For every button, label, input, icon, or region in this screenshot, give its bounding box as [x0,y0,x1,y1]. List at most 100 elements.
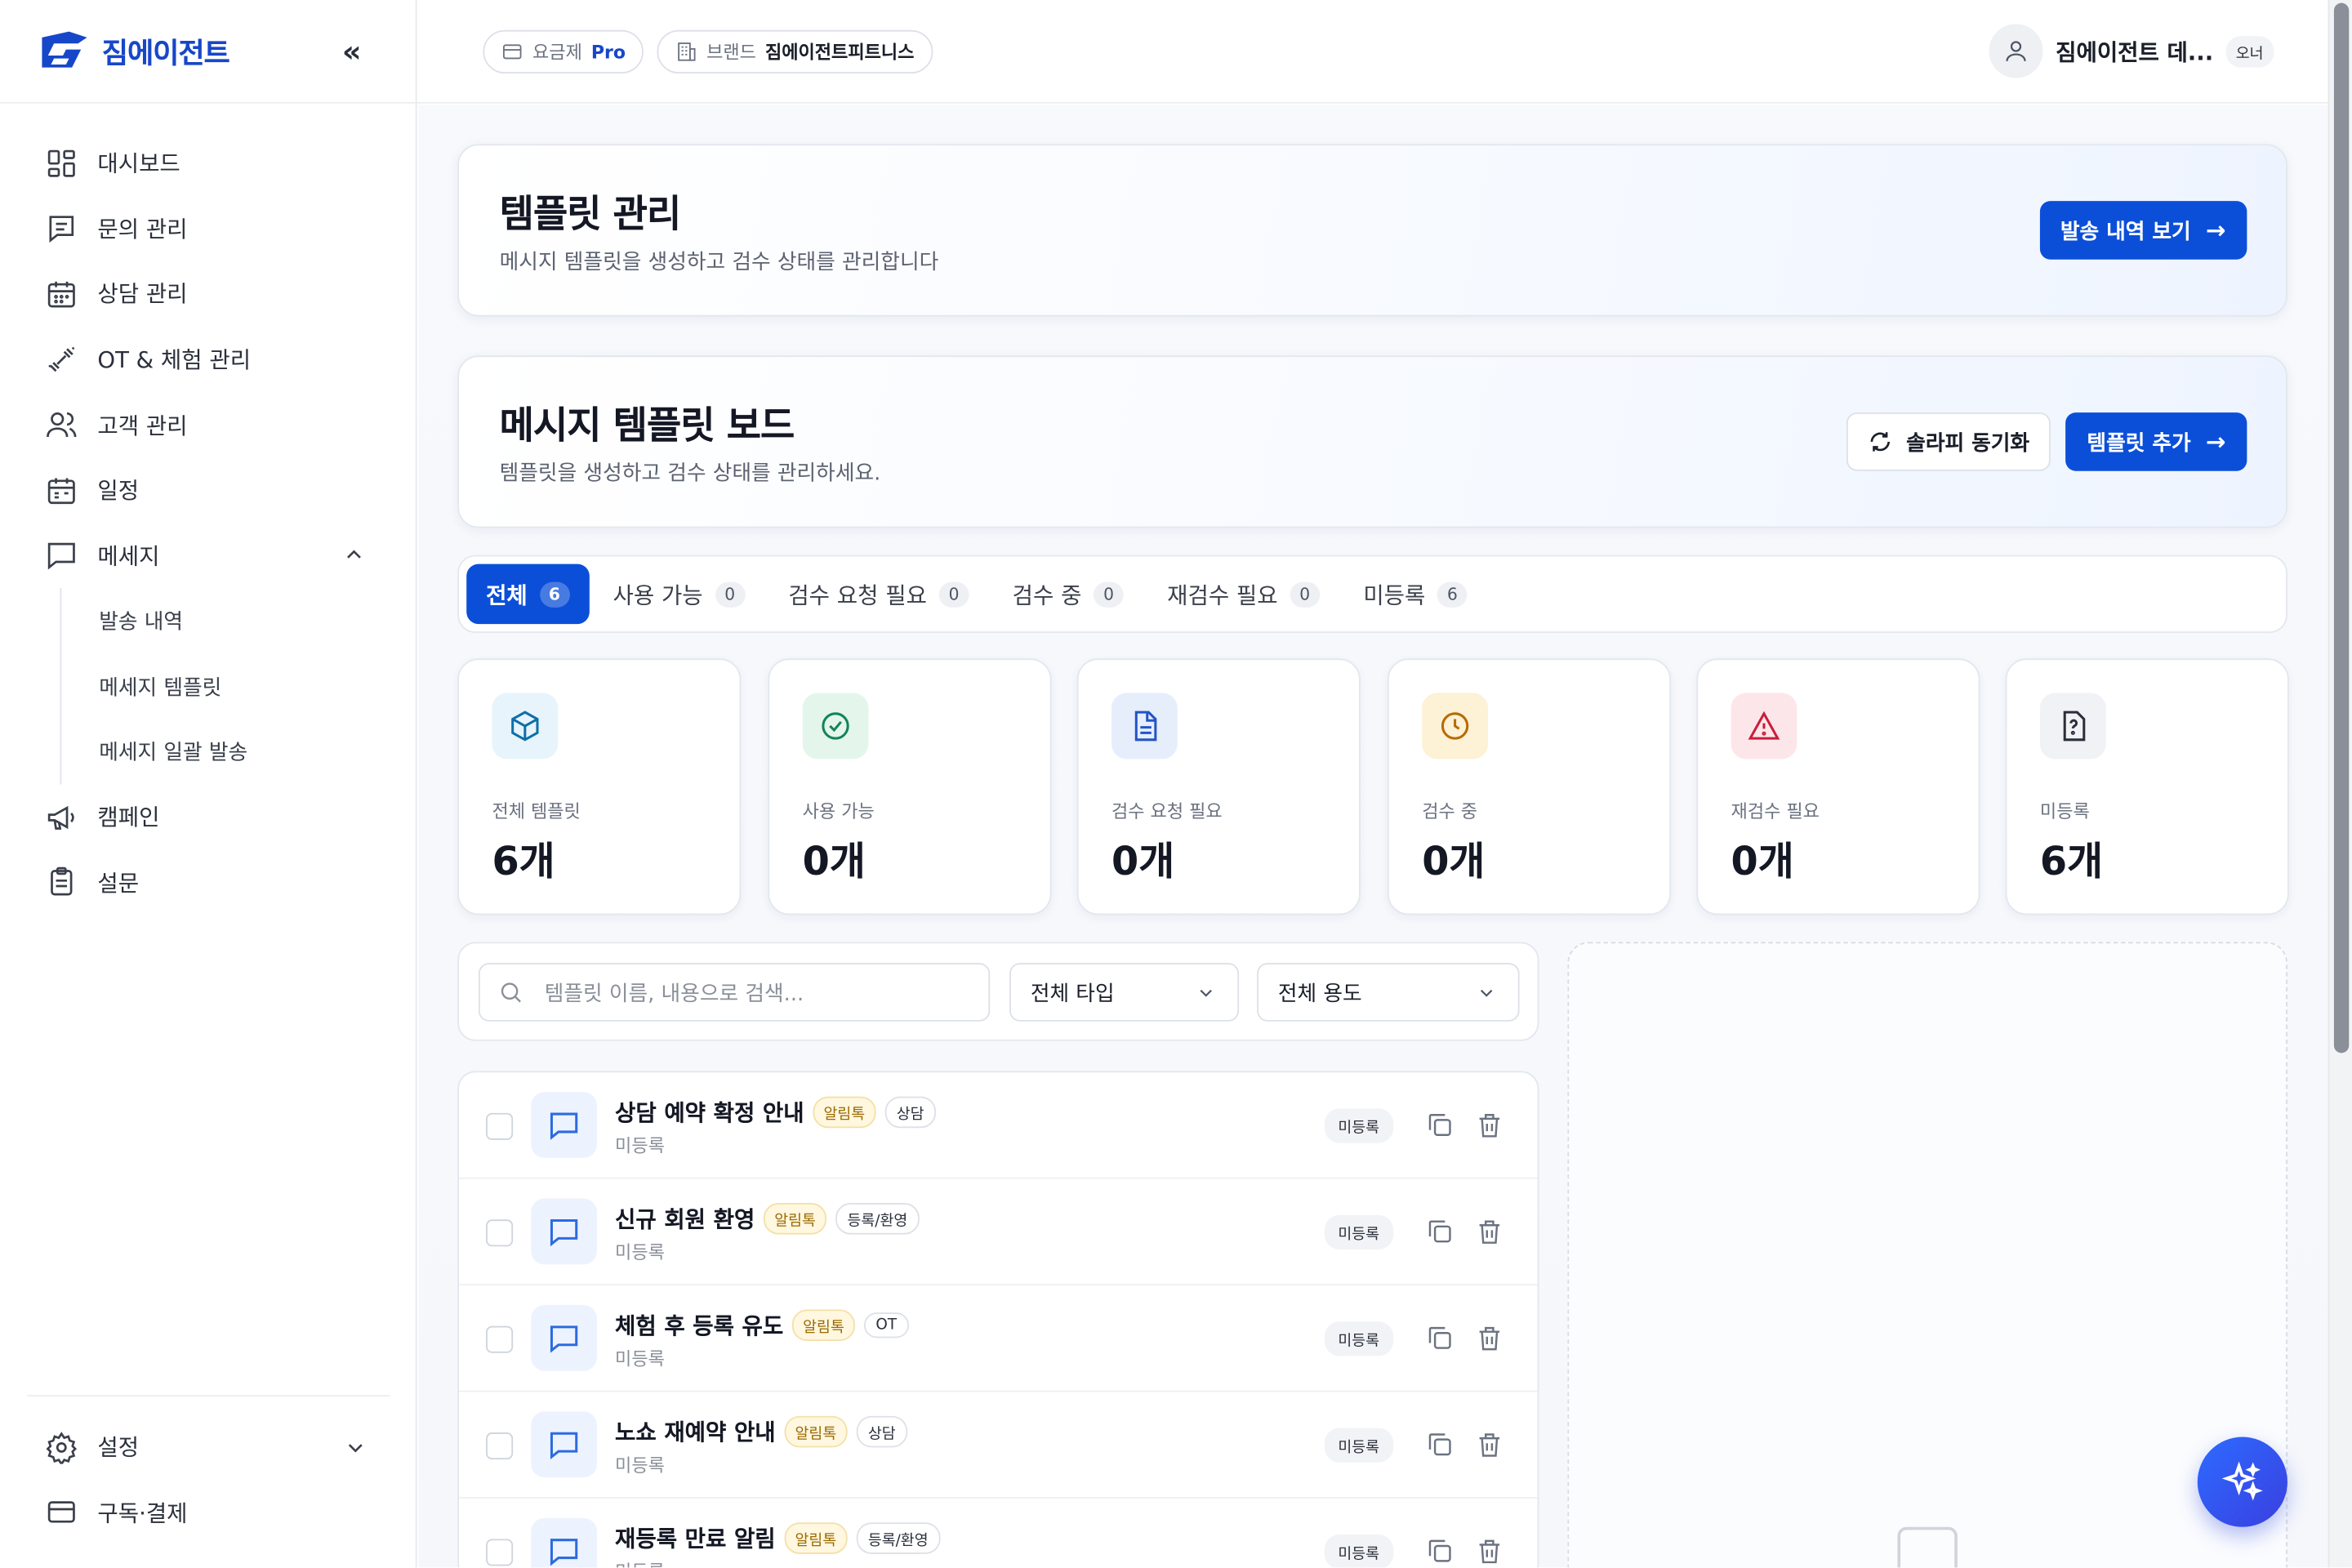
view-send-history-button[interactable]: 발송 내역 보기 → [2039,201,2247,260]
table-row[interactable]: 노쇼 재예약 안내 알림톡 상담 미등록 미등록 [459,1392,1538,1499]
table-row[interactable]: 신규 회원 환영 알림톡 등록/환영 미등록 미등록 [459,1179,1538,1286]
tab-available[interactable]: 사용 가능 0 [594,564,764,624]
select-value: 전체 타입 [1030,982,1115,1006]
submenu-item-bulk-send[interactable]: 메세지 일괄 발송 [61,719,415,784]
chat-bubble-icon [550,1539,578,1566]
table-row[interactable]: 체험 후 등록 유도 알림톡 OT 미등록 미등록 [459,1285,1538,1392]
template-name[interactable]: 재등록 만료 알림 [615,1522,776,1554]
row-checkbox[interactable] [486,1219,514,1247]
stat-icon-bg [802,693,869,760]
sidebar-item-label: 메세지 [97,542,160,570]
add-template-button[interactable]: 템플릿 추가 → [2065,412,2247,471]
card-icon [47,1501,75,1524]
trash-icon [1479,1114,1500,1138]
sidebar-item-campaign[interactable]: 캠페인 [0,784,416,849]
submenu-item-message-template[interactable]: 메세지 템플릿 [61,653,415,719]
tab-re-review[interactable]: 재검수 필요 0 [1147,564,1339,624]
template-status: 미등록 [615,1558,665,1567]
chevron-up-icon[interactable] [344,545,365,566]
delete-button[interactable] [1474,1217,1504,1247]
stat-label: 전체 템플릿 [492,800,581,822]
sidebar-item-settings[interactable]: 설정 [27,1414,390,1480]
ai-assistant-button[interactable] [2197,1437,2287,1527]
scrollbar-thumb[interactable] [2333,2,2350,1054]
check-circle-icon [822,712,849,740]
brand-name[interactable]: 짐에이전트 [102,31,230,72]
user-menu[interactable]: 짐에이전트 데... 오너 [1989,24,2274,78]
sidebar-item-customers[interactable]: 고객 관리 [0,392,416,457]
user-role-badge: 오너 [2225,35,2274,67]
copy-button[interactable] [1425,1429,1455,1459]
megaphone-icon [47,805,74,830]
copy-button[interactable] [1425,1110,1455,1140]
main-content: 템플릿 관리 메시지 템플릿을 생성하고 검수 상태를 관리합니다 발송 내역 … [418,105,2328,1568]
sidebar-item-ot[interactable]: OT & 체험 관리 [0,327,416,392]
delete-button[interactable] [1474,1429,1504,1459]
template-name[interactable]: 상담 예약 확정 안내 [615,1097,804,1129]
filter-bar: 템플릿 이름, 내용으로 검색... 전체 타입 전체 용도 [457,942,1539,1041]
sidebar-item-inquiry[interactable]: 문의 관리 [0,196,416,261]
row-checkbox[interactable] [486,1539,514,1566]
row-checkbox[interactable] [486,1325,514,1353]
sidebar-item-schedule[interactable]: 일정 [0,457,416,523]
avatar[interactable] [1989,24,2044,78]
delete-button[interactable] [1474,1536,1504,1566]
stat-card-unregistered[interactable]: 미등록 6개 [2005,658,2289,915]
table-row[interactable]: 상담 예약 확정 안내 알림톡 상담 미등록 미등록 [459,1072,1538,1179]
copy-button[interactable] [1425,1536,1455,1566]
refresh-icon [1870,432,1890,452]
sidebar-item-survey[interactable]: 설문 [0,850,416,915]
type-select[interactable]: 전체 타입 [1009,963,1240,1022]
tab-in-review[interactable]: 검수 중 0 [993,564,1143,624]
plan-pill[interactable]: 요금제 Pro [483,29,644,74]
sidebar-item-label: 문의 관리 [97,216,188,243]
sidebar-item-message[interactable]: 메세지 [0,523,416,588]
brand-pill[interactable]: 브랜드 짐에이전트피트니스 [657,29,933,74]
stat-card-available[interactable]: 사용 가능 0개 [768,658,1052,915]
copy-button[interactable] [1425,1217,1455,1247]
category-badge: 상담 [884,1096,937,1129]
card-icon [502,44,522,60]
brand-logo-icon[interactable] [36,29,93,74]
sidebar-item-label: OT & 체험 관리 [97,346,252,374]
stat-value: 6개 [492,840,555,885]
channel-badge: 알림톡 [813,1096,876,1129]
delete-button[interactable] [1474,1323,1504,1353]
copy-button[interactable] [1425,1323,1455,1353]
sidebar-item-dashboard[interactable]: 대시보드 [0,131,416,196]
row-checkbox[interactable] [486,1432,514,1460]
chevron-down-icon [1200,989,1212,996]
submenu-item-send-history[interactable]: 발송 내역 [61,588,415,653]
collapse-sidebar-icon[interactable]: « [342,33,362,69]
tab-count: 0 [715,581,746,607]
stat-value: 0개 [1111,840,1175,885]
search-input[interactable]: 템플릿 이름, 내용으로 검색... [478,963,991,1022]
delete-button[interactable] [1474,1110,1504,1140]
tab-review-request[interactable]: 검수 요청 필요 0 [768,564,988,624]
sidebar-item-label: 대시보드 [97,150,180,178]
tab-all[interactable]: 전체 6 [466,564,590,625]
sidebar-item-subscription[interactable]: 구독·결제 [27,1480,390,1545]
template-name[interactable]: 체험 후 등록 유도 [615,1309,783,1341]
stat-card-review-request[interactable]: 검수 요청 필요 0개 [1076,658,1361,915]
user-name: 짐에이전트 데... [2056,38,2214,65]
sidebar-item-consult[interactable]: 상담 관리 [0,261,416,327]
chevron-down-icon[interactable] [345,1437,366,1458]
stat-card-total[interactable]: 전체 템플릿 6개 [457,658,742,915]
page-scrollbar[interactable] [2328,0,2352,1568]
clipboard-icon [51,867,73,897]
solapi-sync-button[interactable]: 솔라피 동기화 [1846,412,2051,471]
tab-label: 전체 [486,581,528,608]
template-name[interactable]: 신규 회원 환영 [615,1203,755,1235]
row-checkbox[interactable] [486,1112,514,1140]
sidebar-item-label: 일정 [97,477,140,505]
tab-unregistered[interactable]: 미등록 6 [1343,564,1486,624]
template-name[interactable]: 노쇼 재예약 안내 [615,1416,776,1448]
stat-card-re-review[interactable]: 재검수 필요 0개 [1696,658,1980,915]
usage-select[interactable]: 전체 용도 [1257,963,1520,1022]
template-status: 미등록 [615,1241,665,1263]
stat-card-in-review[interactable]: 검수 중 0개 [1387,658,1672,915]
table-row[interactable]: 재등록 만료 알림알림톡등록/환영 미등록 미등록 [459,1499,1538,1568]
chat-bubble-icon [550,1325,578,1353]
channel-badge: 알림톡 [792,1309,855,1342]
